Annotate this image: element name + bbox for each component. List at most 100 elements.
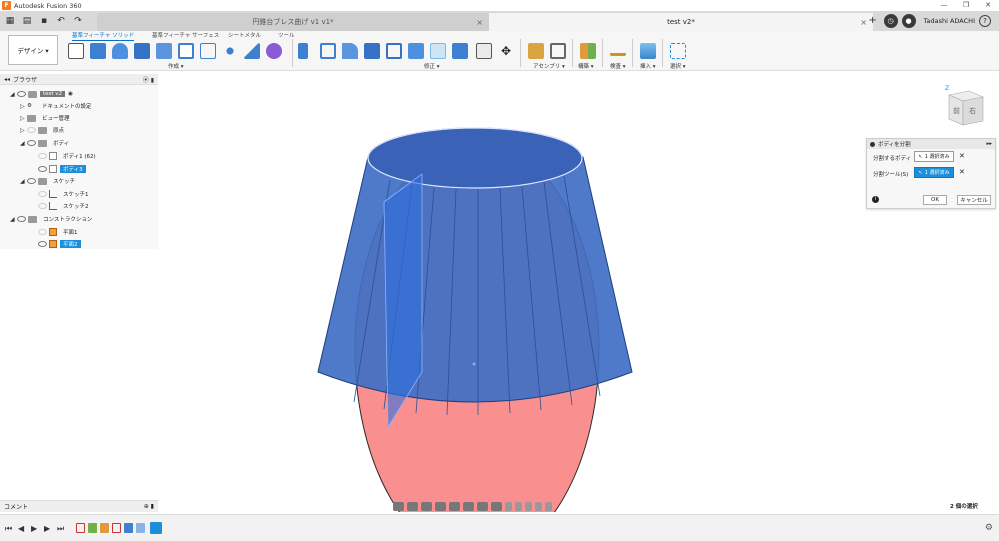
pattern-icon[interactable]	[222, 43, 238, 59]
shaded-edges-icon[interactable]	[515, 502, 522, 511]
group-modify[interactable]: 修正 ▾	[424, 62, 440, 70]
split-face-icon[interactable]	[452, 43, 468, 59]
tree-item[interactable]: 平面2	[38, 239, 81, 249]
add-comment-icon[interactable]: ⊕ ▮	[144, 503, 154, 510]
group-select[interactable]: 選択 ▾	[670, 62, 686, 70]
expand-icon[interactable]: ▷	[20, 103, 27, 110]
timeline-split-icon[interactable]	[136, 523, 145, 533]
group-inspect[interactable]: 検査 ▾	[610, 62, 626, 70]
loft-icon[interactable]	[156, 43, 172, 59]
tree-item[interactable]: ▷ ビュー管理	[20, 113, 73, 123]
view-cube[interactable]: Z 前 右	[937, 83, 987, 129]
timeline-plane-icon[interactable]	[88, 523, 97, 533]
user-name[interactable]: Tadashi ADACHI	[924, 17, 975, 25]
press-pull-icon[interactable]	[298, 43, 308, 59]
look-at-icon[interactable]	[407, 502, 418, 511]
expand-icon[interactable]: ◢	[10, 216, 17, 223]
fit-icon[interactable]	[449, 502, 460, 511]
restore-icon[interactable]: ❐	[955, 0, 977, 11]
new-component-icon[interactable]	[528, 43, 544, 59]
viewports-icon[interactable]	[491, 502, 502, 511]
scale-icon[interactable]	[386, 43, 402, 59]
insert-image-icon[interactable]	[640, 43, 656, 59]
step-back-icon[interactable]: ◀	[18, 524, 24, 533]
split-body-icon[interactable]	[430, 43, 446, 59]
timeline-sketch-icon[interactable]	[76, 523, 85, 533]
sketch-icon[interactable]	[68, 43, 84, 59]
hole-icon[interactable]	[178, 43, 194, 59]
sweep-icon[interactable]	[134, 43, 150, 59]
tree-item[interactable]: ◢ コンストラクション	[10, 214, 95, 224]
cube-right-face[interactable]: 右	[969, 106, 976, 115]
visibility-icon[interactable]	[17, 91, 26, 97]
go-to-end-icon[interactable]: ⏭	[57, 524, 64, 534]
clock-icon[interactable]: ◷	[883, 14, 898, 28]
expand-icon[interactable]: ▷	[20, 127, 27, 134]
notification-icon[interactable]: ●	[901, 14, 916, 28]
tree-item[interactable]: ◢ ボディ	[20, 138, 72, 148]
browser-header[interactable]: ◂◂ ブラウザ ⦿ ▮	[0, 74, 158, 85]
group-assemble[interactable]: アセンブリ ▾	[533, 62, 565, 70]
tree-item[interactable]: ▷ 原点	[20, 125, 67, 135]
visibility-icon[interactable]	[38, 203, 47, 209]
tree-item[interactable]: スケッチ2	[38, 201, 92, 211]
timeline-loft-icon[interactable]	[124, 523, 133, 533]
group-construct[interactable]: 構築 ▾	[578, 62, 594, 70]
clear-selection-icon[interactable]: ✕	[959, 168, 965, 176]
step-forward-icon[interactable]: ▶	[44, 524, 50, 533]
move-icon[interactable]: ✥	[498, 43, 514, 59]
tab-tools[interactable]: ツール	[278, 31, 295, 39]
help-icon[interactable]: ?	[979, 15, 991, 27]
shell-icon[interactable]	[364, 43, 380, 59]
tab-solid[interactable]: 基準フィーチャ ソリッド	[72, 31, 135, 41]
visibility-icon[interactable]	[38, 153, 47, 159]
expand-icon[interactable]: ◢	[20, 140, 27, 147]
expand-icon[interactable]: ▷	[20, 115, 27, 122]
body-to-split-selector[interactable]: ↖ 1 選択済み	[914, 151, 954, 162]
panel-options-icon[interactable]: ⦿ ▮	[143, 75, 154, 84]
collapse-icon[interactable]: ◂◂	[4, 76, 10, 83]
wireframe-icon[interactable]	[525, 502, 532, 511]
visibility-icon[interactable]	[17, 216, 26, 222]
new-tab-icon[interactable]: +	[866, 14, 880, 28]
ok-button[interactable]: OK	[923, 195, 947, 205]
extrude-icon[interactable]	[90, 43, 106, 59]
tree-item[interactable]: ボディ3	[38, 164, 86, 174]
orbit-icon[interactable]	[393, 502, 404, 511]
close-icon[interactable]: ✕	[977, 0, 999, 11]
mirror-icon[interactable]	[244, 43, 260, 59]
expand-icon[interactable]: ◢	[20, 178, 27, 185]
tab-document-1[interactable]: 円錐台ブレス曲げ v1 v1* ×	[97, 13, 489, 31]
tree-item[interactable]: ◢ スケッチ	[20, 176, 78, 186]
info-icon[interactable]: i	[872, 196, 879, 203]
comments-panel[interactable]: コメント ⊕ ▮	[0, 500, 158, 512]
rectangle-icon[interactable]	[200, 43, 216, 59]
visibility-icon[interactable]	[27, 127, 36, 133]
combine-icon[interactable]	[408, 43, 424, 59]
shaded-icon[interactable]	[505, 502, 512, 511]
timeline-sketch-icon[interactable]	[112, 523, 121, 533]
tab-close-icon[interactable]: ×	[476, 18, 483, 27]
tree-item[interactable]: 平面1	[38, 227, 81, 237]
align-icon[interactable]	[476, 43, 492, 59]
workspace-switcher[interactable]: デザイン ▾	[8, 35, 58, 65]
revolve-icon[interactable]	[112, 43, 128, 59]
frustum-body[interactable]	[317, 156, 633, 403]
redo-icon[interactable]: ↷	[71, 14, 85, 28]
select-icon[interactable]	[670, 43, 686, 59]
minimize-icon[interactable]: —	[933, 0, 955, 11]
go-to-start-icon[interactable]: ⏮	[5, 524, 12, 534]
tab-sheetmetal[interactable]: シートメタル	[228, 31, 261, 39]
zoom-icon[interactable]	[435, 502, 446, 511]
cancel-button[interactable]: キャンセル	[957, 195, 991, 205]
visibility-icon[interactable]	[38, 229, 47, 235]
clear-selection-icon[interactable]: ✕	[959, 152, 965, 160]
group-insert[interactable]: 挿入 ▾	[640, 62, 656, 70]
visibility-icon[interactable]	[27, 178, 36, 184]
group-create[interactable]: 作成 ▾	[168, 62, 184, 70]
timeline-marker[interactable]	[150, 522, 162, 534]
visibility-icon[interactable]	[38, 166, 47, 172]
pan-icon[interactable]	[421, 502, 432, 511]
expand-icon[interactable]: ◢	[10, 91, 17, 98]
timeline-plane-icon[interactable]	[100, 523, 109, 533]
